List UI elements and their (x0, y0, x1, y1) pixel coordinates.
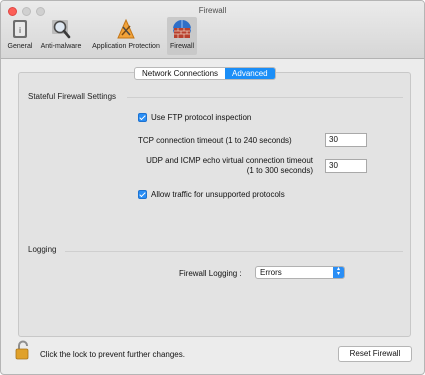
logging-separator (65, 251, 403, 252)
toolbar-item-application-protection[interactable]: Application Protection (87, 17, 165, 55)
magnifier-icon (52, 20, 71, 39)
ftp-inspection-label: Use FTP protocol inspection (151, 113, 252, 122)
firewall-logging-select[interactable]: Errors ▴ ▾ (255, 266, 345, 279)
stateful-section-title: Stateful Firewall Settings (28, 92, 117, 101)
toolbar-item-general[interactable]: i General (4, 17, 36, 55)
toolbar-label-general: General (7, 43, 33, 50)
firewall-icon (173, 20, 191, 38)
ftp-inspection-checkbox[interactable] (138, 113, 147, 122)
tab-advanced[interactable]: Advanced (225, 68, 275, 79)
udp-timeout-field[interactable]: 30 (325, 159, 367, 173)
firewall-logging-value: Errors (260, 268, 282, 277)
logging-section-title: Logging (28, 245, 57, 254)
toolbar-item-anti-malware[interactable]: Anti-malware (37, 17, 85, 55)
unsupported-protocols-label: Allow traffic for unsupported protocols (151, 190, 285, 199)
settings-panel (18, 72, 411, 337)
tab-network-connections[interactable]: Network Connections (135, 68, 225, 79)
reset-firewall-button[interactable]: Reset Firewall (338, 346, 412, 362)
chevron-up-down-icon: ▴ ▾ (333, 266, 344, 278)
lock-instruction-text: Click the lock to prevent further change… (40, 350, 185, 359)
toolbar-label-anti-malware: Anti-malware (40, 43, 82, 50)
toolbar-item-firewall[interactable]: Firewall (167, 17, 197, 55)
preferences-window: Firewall i General Anti-malware Applicat… (0, 0, 425, 375)
svg-text:i: i (19, 26, 21, 35)
general-icon: i (13, 20, 27, 38)
udp-timeout-label: UDP and ICMP echo virtual connection tim… (146, 156, 313, 175)
title-bar: Firewall i General Anti-malware Applicat… (1, 1, 424, 59)
window-title: Firewall (198, 6, 227, 15)
toolbar-label-application-protection: Application Protection (92, 43, 160, 50)
tcp-timeout-label: TCP connection timeout (1 to 240 seconds… (138, 136, 292, 145)
app-protection-icon (117, 18, 135, 39)
stateful-separator (127, 97, 403, 98)
tab-switcher: Network Connections Advanced (134, 67, 276, 80)
firewall-logging-label: Firewall Logging : (179, 269, 242, 278)
lock-icon[interactable] (15, 340, 33, 360)
unsupported-protocols-checkbox[interactable] (138, 190, 147, 199)
tcp-timeout-field[interactable]: 30 (325, 133, 367, 147)
toolbar-label-firewall: Firewall (169, 43, 195, 50)
